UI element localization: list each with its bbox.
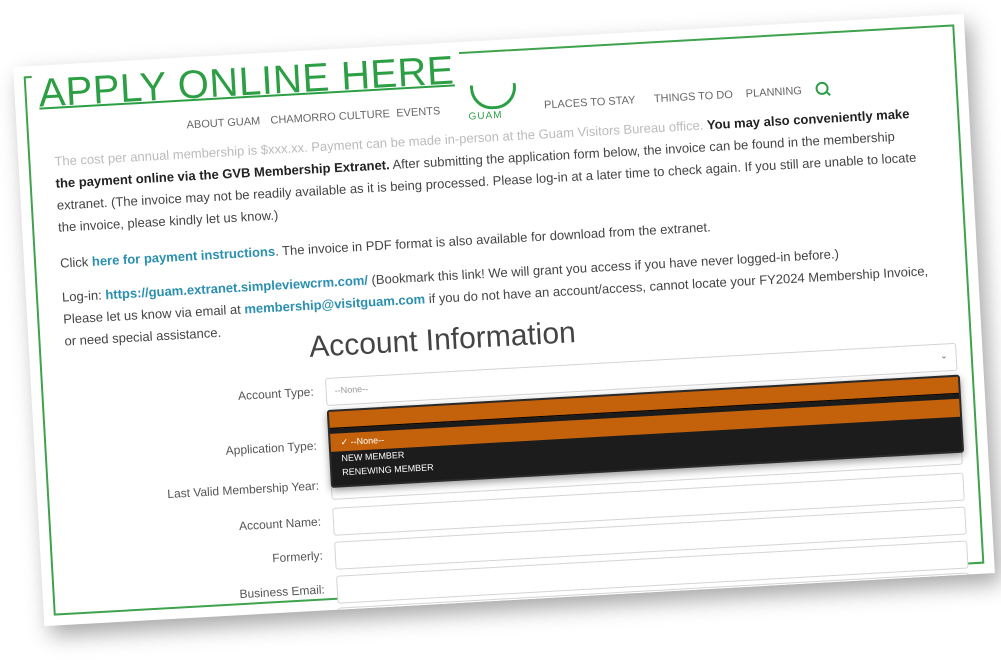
logo-text: GUAM [468, 109, 503, 123]
nav-item-chamorro-culture[interactable]: CHAMORRO CULTURE [270, 108, 390, 127]
application-type-label: Application Type: [225, 438, 318, 458]
nav-item-things-to-do[interactable]: THINGS TO DO [654, 89, 734, 105]
nav-item-places-to-stay[interactable]: PLACES TO STAY [544, 94, 636, 111]
nav-item-about-guam[interactable]: ABOUT GUAM [186, 115, 260, 131]
nav-item-events[interactable]: EVENTS [396, 105, 441, 119]
formerly-label: Formerly: [271, 548, 324, 566]
login-prefix: Log-in: [61, 287, 103, 305]
business-email-label: Business Email: [239, 582, 326, 602]
payment-prefix: Click [59, 254, 89, 271]
nav-item-planning[interactable]: PLANNING [745, 85, 802, 100]
account-name-label: Account Name: [238, 514, 322, 534]
screenshot-card: APPLY ONLINE HERE ABOUT GUAM CHAMORRO CU… [13, 13, 995, 627]
chevron-down-icon: ⌄ [939, 350, 948, 361]
website-label: Website Address: [233, 614, 327, 627]
account-type-value: --None-- [334, 383, 369, 396]
last-year-label: Last Valid Membership Year: [166, 478, 320, 502]
search-icon[interactable] [815, 81, 829, 96]
account-type-label: Account Type: [237, 384, 315, 403]
